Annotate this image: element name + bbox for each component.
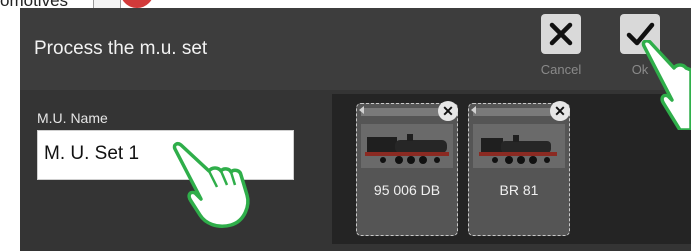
mu-name-label: M.U. Name (37, 110, 108, 126)
locomotive-name: BR 81 (499, 182, 539, 198)
locomotive-tray: ✕ 95 006 DB ✕ BR 81 (332, 94, 691, 244)
locomotive-image (361, 124, 453, 168)
pointing-hand-icon (172, 142, 250, 228)
speed-bar (473, 108, 557, 116)
locomotive-card[interactable]: ✕ BR 81 (468, 101, 570, 236)
locomotive-card[interactable]: ✕ 95 006 DB (356, 101, 458, 236)
locomotive-name: 95 006 DB (373, 182, 441, 198)
pointing-hand-icon (641, 40, 691, 130)
speed-bar (361, 108, 445, 116)
locomotive-image (473, 124, 565, 168)
cancel-label: Cancel (540, 62, 582, 77)
direction-left-icon (471, 106, 476, 114)
dialog-title: Process the m.u. set (34, 38, 208, 59)
dialog-header: Process the m.u. set Cancel Ok (20, 8, 691, 90)
direction-left-icon (359, 106, 364, 114)
top-red-indicator (120, 0, 154, 8)
remove-locomotive-icon[interactable]: ✕ (438, 101, 458, 121)
close-icon (541, 14, 581, 54)
cancel-button[interactable]: Cancel (533, 14, 589, 86)
remove-locomotive-icon[interactable]: ✕ (550, 101, 570, 121)
mu-set-dialog: Process the m.u. set Cancel Ok M.U. Name… (20, 8, 691, 251)
